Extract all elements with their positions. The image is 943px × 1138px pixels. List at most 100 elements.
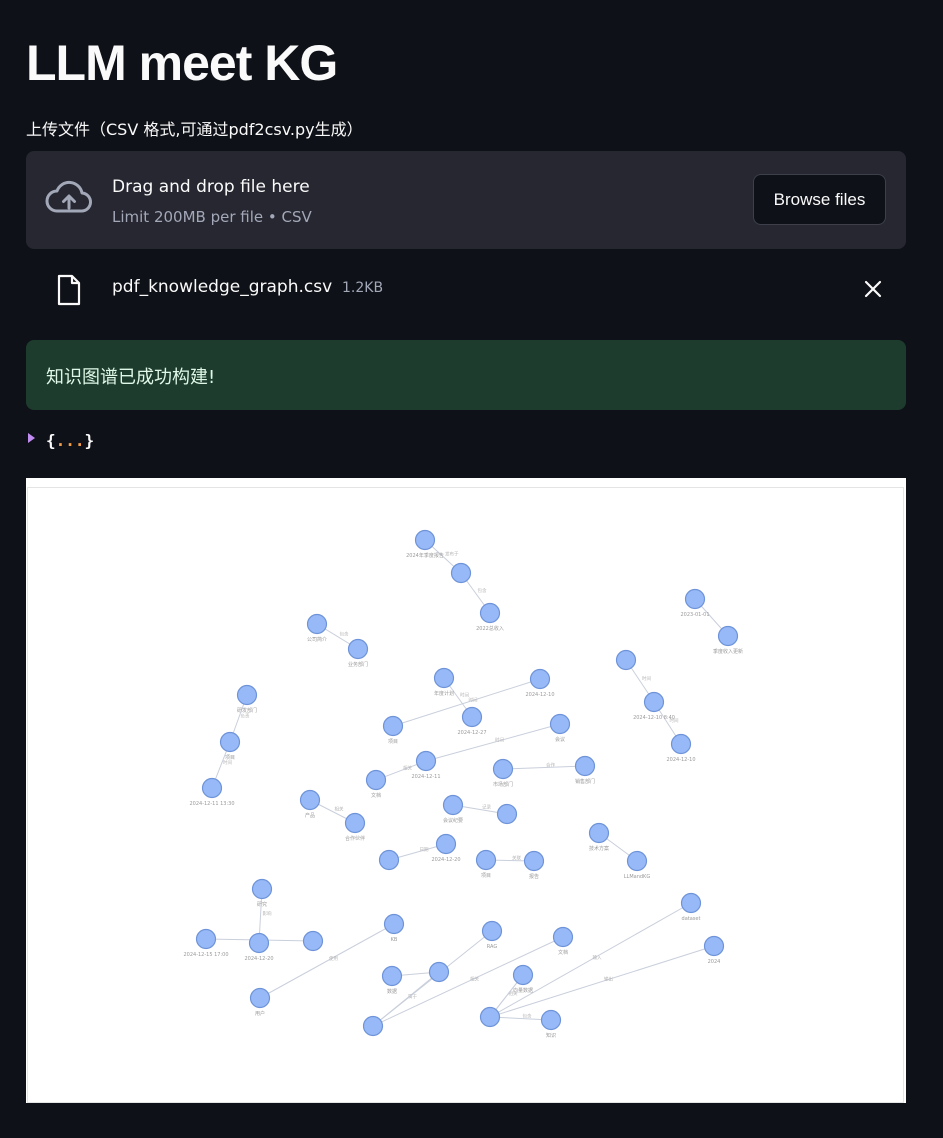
graph-node[interactable]: [549, 713, 571, 735]
graph-node-label: 文档: [558, 949, 568, 956]
graph-node[interactable]: [703, 935, 725, 957]
graph-node-label: 2024-12-11 13:30: [189, 801, 234, 807]
graph-node[interactable]: [251, 878, 273, 900]
graph-node[interactable]: [496, 803, 518, 825]
graph-node-label: 2024-12-11: [411, 774, 440, 780]
page-title: LLM meet KG: [26, 35, 338, 91]
graph-node[interactable]: [717, 625, 739, 647]
graph-node[interactable]: [299, 789, 321, 811]
graph-node[interactable]: [574, 755, 596, 777]
graph-node[interactable]: [415, 750, 437, 772]
graph-node[interactable]: [382, 715, 404, 737]
graph-node[interactable]: [219, 731, 241, 753]
graph-node[interactable]: [529, 668, 551, 690]
graph-node-label: 技术方案: [589, 845, 609, 852]
graph-node-label: 2024-12-10 8:40: [633, 715, 675, 721]
graph-edge-label: 时间: [460, 692, 469, 699]
graph-node-label: 2024-12-20: [244, 956, 273, 962]
graph-node-label: 向量数据: [513, 987, 533, 994]
graph-node[interactable]: [479, 602, 501, 624]
graph-edge-label: 包含: [523, 1013, 532, 1020]
graph-node[interactable]: [512, 964, 534, 986]
close-icon[interactable]: [862, 278, 884, 300]
success-alert: 知识图谱已成功构建!: [26, 340, 906, 410]
graph-node[interactable]: [201, 777, 223, 799]
graph-node[interactable]: [428, 961, 450, 983]
graph-node[interactable]: [433, 667, 455, 689]
graph-node[interactable]: [643, 691, 665, 713]
graph-edge-label: 时间: [469, 697, 478, 704]
graph-node[interactable]: [588, 822, 610, 844]
graph-node[interactable]: [378, 849, 400, 871]
graph-node-label: 2024-12-10: [525, 692, 554, 698]
graph-node-label: 会议纪要: [443, 817, 463, 824]
graph-edge-label: 时间: [495, 737, 504, 744]
graph-node-label: LLMandKG: [624, 874, 651, 880]
graph-node-label: 会议: [555, 736, 565, 743]
graph-node[interactable]: [365, 769, 387, 791]
graph-node[interactable]: [381, 965, 403, 987]
graph-node[interactable]: [442, 794, 464, 816]
graph-node-label: dataset: [682, 916, 701, 922]
graph-node[interactable]: [414, 529, 436, 551]
graph-node[interactable]: [615, 649, 637, 671]
graph-node[interactable]: [362, 1015, 384, 1037]
graph-node-label: 业务部门: [348, 661, 368, 668]
graph-node[interactable]: [302, 930, 324, 952]
graph-edge-label: 影响: [263, 910, 272, 917]
upload-label: 上传文件（CSV 格式,可通过pdf2csv.py生成）: [26, 120, 363, 139]
uploaded-file-name: pdf_knowledge_graph.csv: [112, 277, 333, 297]
graph-node[interactable]: [450, 562, 472, 584]
caret-right-icon[interactable]: [28, 433, 35, 443]
graph-node[interactable]: [195, 928, 217, 950]
uploaded-file-size: 1.2KB: [342, 280, 384, 296]
graph-node-label: 2023-01-01: [680, 612, 709, 618]
graph-node[interactable]: [552, 926, 574, 948]
graph-edge-label: 包含: [478, 587, 487, 594]
graph-node[interactable]: [492, 758, 514, 780]
graph-node[interactable]: [540, 1009, 562, 1031]
graph-node[interactable]: [481, 920, 503, 942]
graph-node[interactable]: [383, 913, 405, 935]
graph-node[interactable]: [249, 987, 271, 1009]
graph-node-label: 报告: [529, 873, 539, 880]
graph-node[interactable]: [680, 892, 702, 914]
graph-node[interactable]: [475, 849, 497, 871]
graph-node-label: 文档: [371, 792, 381, 799]
graph-node[interactable]: [344, 812, 366, 834]
browse-files-button[interactable]: Browse files: [753, 174, 886, 225]
graph-node-label: 知识: [546, 1032, 556, 1039]
graph-edge-label: 记录: [482, 804, 491, 811]
graph-node-label: 2024-12-10: [666, 757, 695, 763]
graph-edge-label: 输入: [593, 954, 602, 961]
graph-node[interactable]: [306, 613, 328, 635]
graph-node-label: 2024-12-27: [457, 730, 486, 736]
graph-edge-label: 发布于: [445, 551, 459, 558]
graph-node[interactable]: [523, 850, 545, 872]
file-icon: [57, 274, 81, 306]
knowledge-graph-canvas[interactable]: 发布于 包含 包含 时间 时间 相关 时间 时间 负责 时间 时间 合作 记录 相关 日期 关联 影响 使用 属于相…: [27, 487, 904, 1103]
graph-node[interactable]: [347, 638, 369, 660]
uploaded-file-row: pdf_knowledge_graph.csv 1.2KB: [26, 266, 906, 312]
graph-node[interactable]: [626, 850, 648, 872]
graph-node[interactable]: [248, 932, 270, 954]
graph-edge-label: 相关: [335, 806, 344, 813]
graph-edge-label: 包含: [340, 631, 349, 638]
graph-node-label: 年度计划: [434, 690, 454, 697]
graph-node[interactable]: [670, 733, 692, 755]
graph-edge-label: 时间: [642, 675, 651, 682]
graph-node[interactable]: [684, 588, 706, 610]
graph-node[interactable]: [435, 833, 457, 855]
cloud-upload-icon: [45, 180, 92, 213]
graph-edge: [489, 902, 692, 1018]
graph-edge: [502, 765, 586, 770]
graph-node[interactable]: [479, 1006, 501, 1028]
graph-node[interactable]: [236, 684, 258, 706]
file-dropzone[interactable]: Drag and drop file here Limit 200MB per …: [26, 151, 906, 249]
knowledge-graph-svg[interactable]: 发布于包含包含时间时间相关时间时间负责时间时间合作记录相关日期关联影响使用属于相…: [28, 488, 905, 1104]
graph-edge-label: 使用: [329, 955, 338, 962]
json-collapsed-preview: {...}: [46, 431, 95, 450]
graph-edge-label: 相关: [403, 765, 412, 772]
graph-node[interactable]: [461, 706, 483, 728]
graph-edge: [259, 923, 395, 999]
